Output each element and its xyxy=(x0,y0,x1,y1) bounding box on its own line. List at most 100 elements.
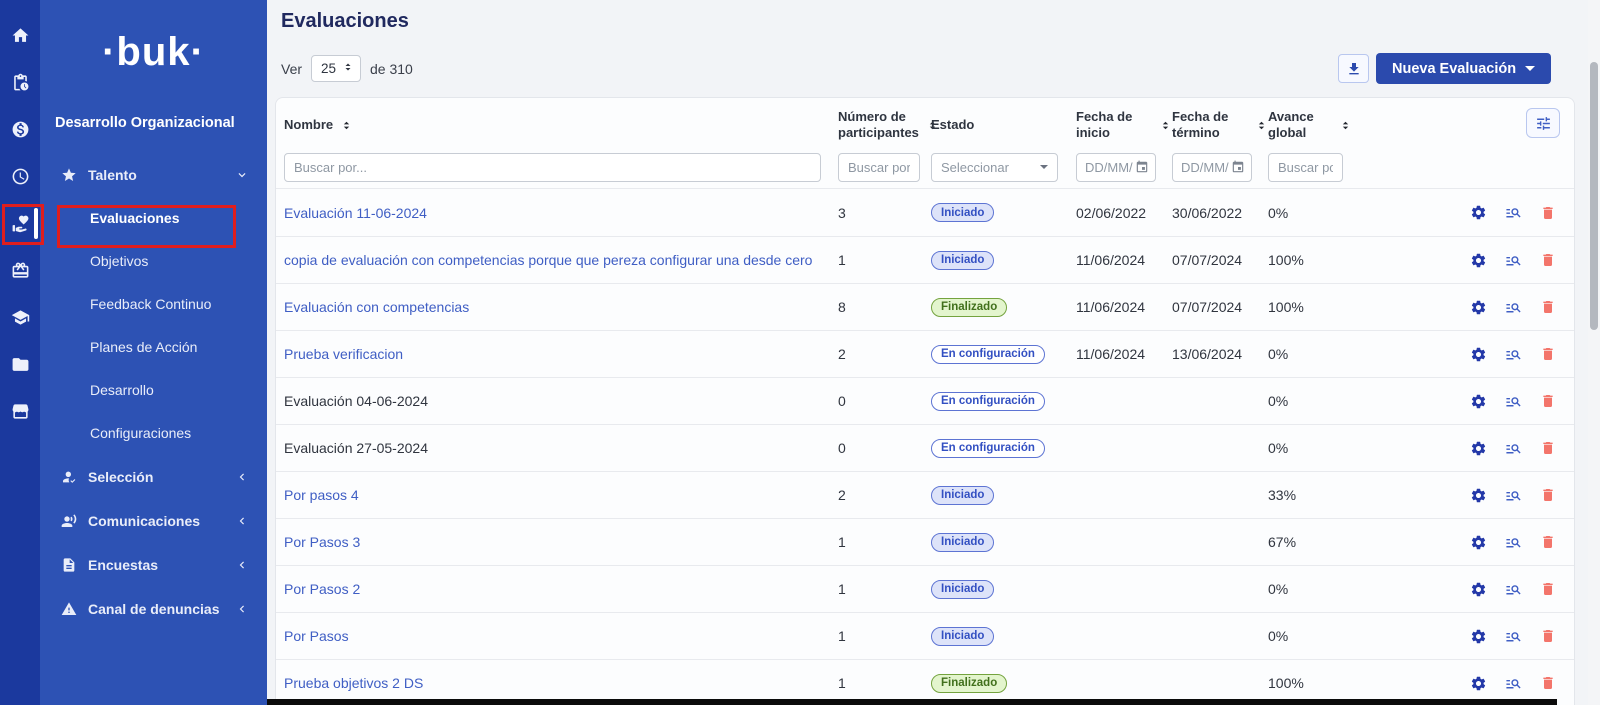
row-review-button[interactable] xyxy=(1505,346,1522,363)
evaluation-name-link[interactable]: Prueba verificacion xyxy=(284,346,403,362)
row-delete-button[interactable] xyxy=(1540,581,1556,597)
filter-fecha-termino-input[interactable]: DD/MM/ xyxy=(1172,153,1252,182)
sort-icon[interactable] xyxy=(1159,119,1172,132)
home-icon[interactable] xyxy=(0,26,40,45)
global-progress: 67% xyxy=(1268,534,1352,550)
person-check-icon xyxy=(61,469,77,485)
sidebar-item-seleccion[interactable]: Selección xyxy=(40,455,267,499)
evaluation-name-link[interactable]: Por pasos 4 xyxy=(284,487,359,503)
filter-row: Seleccionar DD/MM/ DD/MM/ xyxy=(276,146,1574,188)
evaluation-name: Evaluación 04-06-2024 xyxy=(284,393,428,409)
row-delete-button[interactable] xyxy=(1540,628,1556,644)
calendar-icon xyxy=(1231,160,1245,174)
download-button[interactable] xyxy=(1338,54,1369,83)
end-date: 13/06/2024 xyxy=(1172,346,1268,362)
storefront-icon[interactable] xyxy=(0,402,40,421)
evaluation-name-link[interactable]: Por Pasos xyxy=(284,628,349,644)
dollar-circle-icon[interactable] xyxy=(0,120,40,139)
new-evaluation-button[interactable]: Nueva Evaluación xyxy=(1376,53,1551,84)
evaluation-name-link[interactable]: Prueba objetivos 2 DS xyxy=(284,675,423,691)
caret-down-icon xyxy=(1040,165,1048,169)
row-review-button[interactable] xyxy=(1505,393,1522,410)
row-settings-button[interactable] xyxy=(1470,346,1487,363)
row-review-button[interactable] xyxy=(1505,252,1522,269)
row-review-button[interactable] xyxy=(1505,581,1522,598)
row-review-button[interactable] xyxy=(1505,299,1522,316)
row-delete-button[interactable] xyxy=(1540,393,1556,409)
table-row: Por Pasos 21Iniciado0% xyxy=(276,565,1574,612)
gift-icon[interactable] xyxy=(0,261,40,280)
sidebar-item-encuestas[interactable]: Encuestas xyxy=(40,543,267,587)
sidebar-item-planes-de-accion[interactable]: Planes de Acción xyxy=(40,326,267,369)
column-settings-button[interactable] xyxy=(1526,108,1560,138)
page-size-select[interactable]: 25 xyxy=(311,55,361,82)
clock-icon[interactable] xyxy=(0,167,40,186)
filter-nombre-input[interactable] xyxy=(284,153,821,182)
filter-participantes-input[interactable] xyxy=(838,153,920,182)
annotation-box-rail-icon xyxy=(2,204,44,245)
row-delete-button[interactable] xyxy=(1540,440,1556,456)
sidebar-item-comunicaciones[interactable]: Comunicaciones xyxy=(40,499,267,543)
star-icon xyxy=(61,167,77,183)
chevron-down-icon xyxy=(235,168,249,182)
table-header: Nombre Número de participantes Estado Fe… xyxy=(276,98,1574,189)
column-header-nombre[interactable]: Nombre xyxy=(276,117,838,133)
sidebar-item-configuraciones[interactable]: Configuraciones xyxy=(40,412,267,455)
row-review-button[interactable] xyxy=(1505,440,1522,457)
folder-icon[interactable] xyxy=(0,355,40,374)
row-delete-button[interactable] xyxy=(1540,487,1556,503)
sort-icon[interactable] xyxy=(340,119,353,132)
status-badge: Finalizado xyxy=(931,298,1007,317)
row-settings-button[interactable] xyxy=(1470,581,1487,598)
graduation-cap-icon[interactable] xyxy=(0,308,40,327)
unfold-arrows-icon xyxy=(342,61,354,76)
participants-count: 0 xyxy=(838,393,931,409)
row-settings-button[interactable] xyxy=(1470,534,1487,551)
row-review-button[interactable] xyxy=(1505,204,1522,221)
row-delete-button[interactable] xyxy=(1540,299,1556,315)
sidebar-item-feedback-continuo[interactable]: Feedback Continuo xyxy=(40,283,267,326)
scrollbar-thumb[interactable] xyxy=(1590,62,1598,330)
column-header-avance[interactable]: Avance global xyxy=(1268,109,1352,142)
row-review-button[interactable] xyxy=(1505,487,1522,504)
sidebar-item-desarrollo[interactable]: Desarrollo xyxy=(40,369,267,412)
row-delete-button[interactable] xyxy=(1540,252,1556,268)
row-settings-button[interactable] xyxy=(1470,204,1487,221)
status-badge: Iniciado xyxy=(931,203,994,222)
scrollbar[interactable] xyxy=(1588,0,1600,705)
evaluation-name-link[interactable]: Por Pasos 2 xyxy=(284,581,360,597)
evaluation-name-link[interactable]: Evaluación con competencias xyxy=(284,299,469,315)
evaluation-name-link[interactable]: copia de evaluación con competencias por… xyxy=(284,252,812,268)
sidebar-item-canal-de-denuncias[interactable]: Canal de denuncias xyxy=(40,587,267,631)
row-review-button[interactable] xyxy=(1505,675,1522,692)
row-settings-button[interactable] xyxy=(1470,440,1487,457)
row-review-button[interactable] xyxy=(1505,534,1522,551)
row-settings-button[interactable] xyxy=(1470,299,1487,316)
row-settings-button[interactable] xyxy=(1470,393,1487,410)
row-delete-button[interactable] xyxy=(1540,675,1556,691)
filter-fecha-inicio-input[interactable]: DD/MM/ xyxy=(1076,153,1156,182)
clipboard-clock-icon[interactable] xyxy=(0,73,40,92)
page-size-value: 25 xyxy=(321,61,336,76)
column-header-fecha-inicio[interactable]: Fecha de inicio xyxy=(1076,109,1172,142)
evaluation-name-link[interactable]: Evaluación 11-06-2024 xyxy=(284,205,427,221)
filter-avance-input[interactable] xyxy=(1268,153,1343,182)
evaluation-name-link[interactable]: Por Pasos 3 xyxy=(284,534,360,550)
column-header-fecha-termino[interactable]: Fecha de término xyxy=(1172,109,1268,142)
column-header-participantes[interactable]: Número de participantes xyxy=(838,109,931,142)
row-settings-button[interactable] xyxy=(1470,487,1487,504)
sidebar-item-talento[interactable]: Talento xyxy=(40,153,267,197)
sort-icon[interactable] xyxy=(1339,119,1352,132)
sort-icon[interactable] xyxy=(1255,119,1268,132)
row-delete-button[interactable] xyxy=(1540,534,1556,550)
global-progress: 100% xyxy=(1268,299,1352,315)
row-delete-button[interactable] xyxy=(1540,346,1556,362)
row-settings-button[interactable] xyxy=(1470,675,1487,692)
sidebar-item-label: Encuestas xyxy=(88,557,235,573)
row-settings-button[interactable] xyxy=(1470,252,1487,269)
row-settings-button[interactable] xyxy=(1470,628,1487,645)
new-evaluation-label: Nueva Evaluación xyxy=(1392,61,1516,77)
filter-estado-select[interactable]: Seleccionar xyxy=(931,153,1058,182)
row-delete-button[interactable] xyxy=(1540,205,1556,221)
row-review-button[interactable] xyxy=(1505,628,1522,645)
